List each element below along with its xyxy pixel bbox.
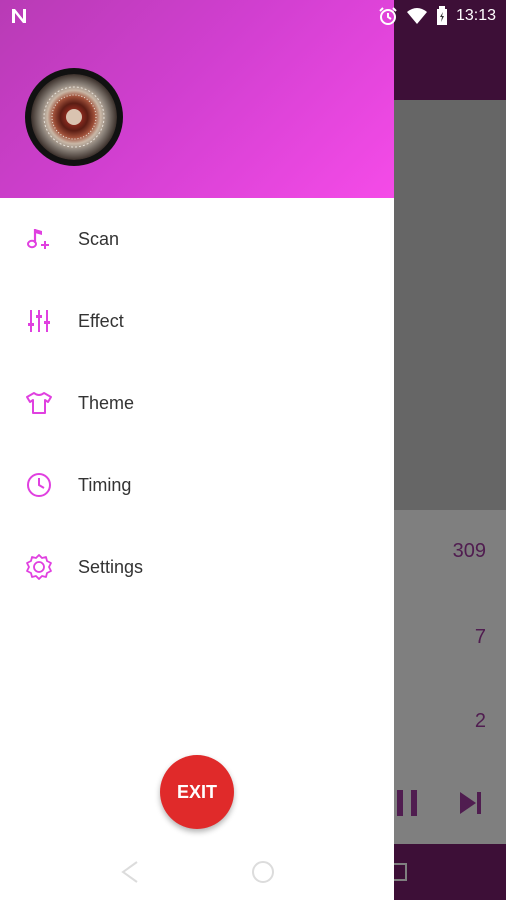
menu-item-label: Effect <box>78 310 124 331</box>
drawer-menu: Scan Effect Theme Timing Settings <box>0 198 394 608</box>
n-notification-icon <box>12 9 26 23</box>
menu-item-settings[interactable]: Settings <box>0 526 394 608</box>
tshirt-icon <box>23 387 55 419</box>
wifi-icon <box>406 8 427 24</box>
gear-icon <box>23 551 55 583</box>
menu-item-label: Scan <box>78 228 120 249</box>
navigation-drawer: Scan Effect Theme Timing Settings EXIT <box>0 0 394 900</box>
back-icon[interactable] <box>119 860 141 884</box>
music-note-add-icon <box>23 223 55 255</box>
battery-icon <box>436 6 447 25</box>
menu-item-timing[interactable]: Timing <box>0 444 394 526</box>
home-icon[interactable] <box>251 860 275 884</box>
status-bar: 13:13 <box>0 0 506 32</box>
menu-item-scan[interactable]: Scan <box>0 198 394 280</box>
album-art-image <box>31 74 117 160</box>
menu-item-effect[interactable]: Effect <box>0 280 394 362</box>
menu-item-label: Theme <box>78 392 135 413</box>
avatar[interactable] <box>25 68 123 166</box>
status-time: 13:13 <box>455 7 496 24</box>
system-navigation-bar <box>0 844 394 900</box>
equalizer-icon <box>23 305 55 337</box>
exit-button[interactable]: EXIT <box>160 755 234 829</box>
alarm-icon <box>379 7 397 25</box>
clock-icon <box>23 469 55 501</box>
menu-item-label: Timing <box>78 474 132 495</box>
menu-item-label: Settings <box>78 556 144 577</box>
menu-item-theme[interactable]: Theme <box>0 362 394 444</box>
